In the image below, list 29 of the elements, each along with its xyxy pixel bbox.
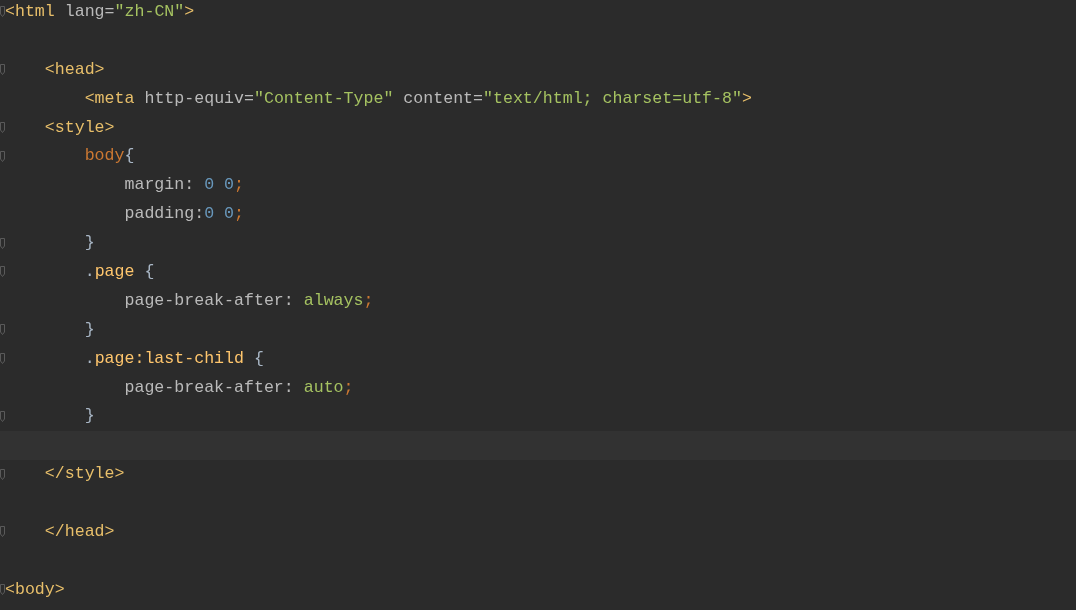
code-line: .page {: [83, 260, 155, 283]
fold-marker-icon[interactable]: [0, 237, 5, 249]
fold-marker-icon[interactable]: [0, 324, 5, 336]
fold-marker-icon[interactable]: [0, 122, 5, 133]
fold-marker-icon[interactable]: [0, 150, 5, 162]
fold-marker-icon[interactable]: [0, 6, 5, 18]
code-line: margin: 0 0;: [123, 174, 244, 197]
fold-marker-icon[interactable]: [0, 468, 5, 480]
code-line: padding:0 0;: [123, 203, 244, 226]
fold-marker-icon[interactable]: [0, 353, 5, 365]
code-line: }: [83, 232, 95, 255]
code-line: <body>: [5, 578, 65, 601]
fold-marker-icon[interactable]: [0, 64, 5, 76]
code-line: }: [83, 318, 95, 341]
fold-marker-icon[interactable]: [0, 526, 5, 538]
code-line: .page:last-child {: [83, 347, 264, 370]
code-line: body{: [83, 145, 135, 168]
code-line: </head>: [43, 520, 115, 543]
fold-marker-icon[interactable]: [0, 266, 5, 278]
code-line: <html lang="zh-CN">: [5, 0, 195, 23]
fold-marker-icon[interactable]: [0, 410, 5, 422]
code-line: <style>: [43, 116, 115, 139]
code-line: page-break-after: auto;: [123, 376, 354, 399]
code-line: <head>: [43, 58, 105, 81]
code-line: <meta http-equiv="Content-Type" content="text/html; charset=utf-8">: [83, 87, 752, 110]
code-line: page-break-after: always;: [123, 289, 374, 312]
code-line: </style>: [43, 463, 125, 486]
code-line: }: [83, 405, 95, 428]
fold-marker-icon[interactable]: [0, 584, 5, 596]
